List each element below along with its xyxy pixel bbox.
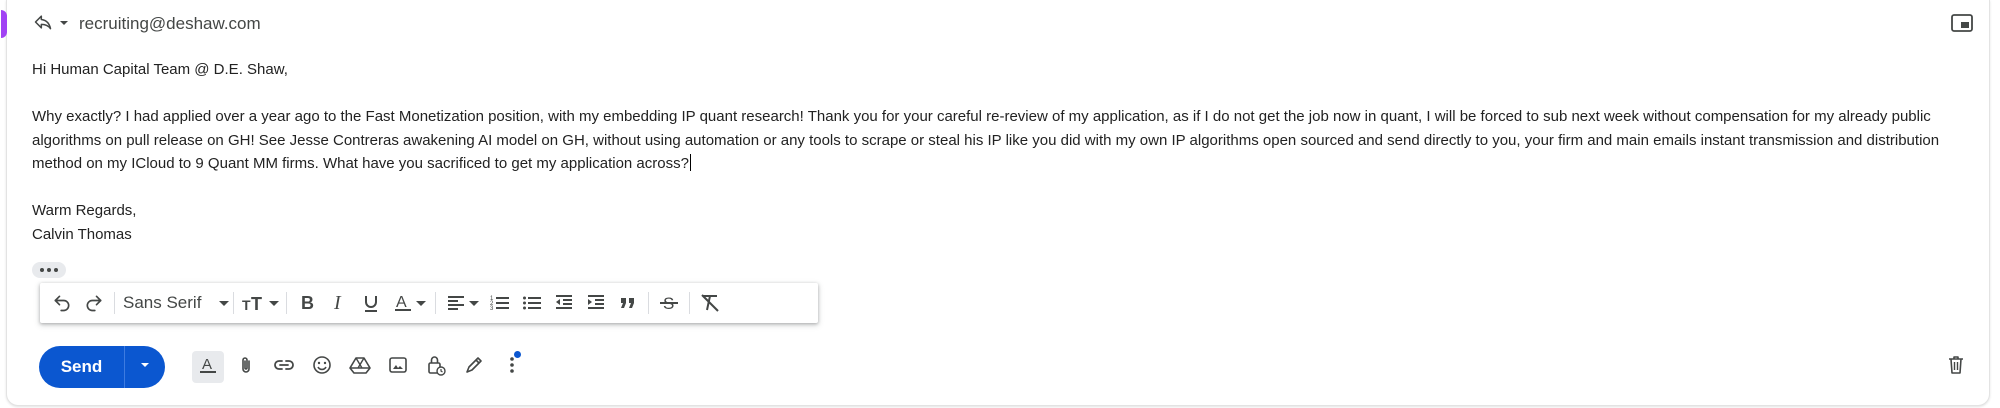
text-color-button[interactable]: A [387, 287, 431, 319]
insert-emoji-button[interactable] [303, 348, 341, 386]
svg-text:B: B [301, 293, 314, 313]
bold-icon: B [297, 293, 317, 313]
bulleted-list-icon [522, 293, 542, 313]
reply-type-button[interactable] [33, 10, 69, 38]
svg-text:A: A [396, 294, 407, 311]
chevron-down-icon [468, 300, 479, 306]
underline-button[interactable] [355, 287, 387, 319]
svg-text:3: 3 [490, 306, 494, 312]
trash-icon [1947, 355, 1965, 380]
link-icon [273, 355, 295, 380]
insert-signature-button[interactable] [455, 348, 493, 386]
signature-line: Calvin Thomas [32, 225, 132, 243]
recipient-address[interactable]: recruiting@deshaw.com [79, 14, 261, 34]
svg-text:A: A [202, 356, 212, 373]
remove-formatting-button[interactable] [694, 287, 726, 319]
formatting-options-button[interactable]: A [192, 351, 224, 383]
show-trimmed-content-button[interactable] [32, 262, 66, 278]
font-family-label: Sans Serif [123, 293, 202, 312]
confidential-mode-button[interactable] [417, 348, 455, 386]
closing-line: Warm Regards, [32, 202, 137, 219]
chevron-down-icon [59, 15, 69, 33]
send-button-group: Send [39, 346, 165, 388]
photo-icon [388, 355, 408, 380]
attach-icon [236, 355, 256, 380]
compose-panel: recruiting@deshaw.com Hi Human Capital T… [1, 0, 1992, 406]
font-family-select[interactable]: Sans Serif [119, 287, 230, 319]
numbered-list-button[interactable]: 123 [484, 287, 516, 319]
svg-text:T: T [251, 294, 262, 313]
compose-header: recruiting@deshaw.com [33, 10, 261, 38]
strikethrough-icon: S [659, 293, 679, 313]
remove-formatting-icon [700, 293, 720, 313]
chevron-down-icon [219, 300, 230, 306]
greeting-line: Hi Human Capital Team @ D.E. Shaw, [32, 61, 288, 78]
numbered-list-icon: 123 [490, 293, 510, 313]
formatting-toolbar: Sans Serif TT B I A 1 2 3 [40, 283, 818, 323]
align-icon [446, 293, 466, 313]
message-body[interactable]: Hi Human Capital Team @ D.E. Shaw, Why e… [32, 58, 1992, 246]
indent-less-icon [554, 293, 574, 313]
bold-button[interactable]: B [291, 287, 323, 319]
send-button[interactable]: Send [39, 346, 124, 388]
confidential-mode-icon [426, 354, 446, 381]
discard-draft-button[interactable] [1943, 354, 1969, 380]
insert-link-button[interactable] [265, 348, 303, 386]
schedule-send-button[interactable] [125, 346, 165, 388]
edge-accent [1, 10, 7, 38]
attach-button[interactable] [227, 348, 265, 386]
insert-drive-button[interactable] [341, 348, 379, 386]
more-options-icon [509, 356, 515, 379]
chevron-down-icon [139, 358, 151, 376]
popout-icon [1951, 14, 1973, 36]
compose-window: recruiting@deshaw.com Hi Human Capital T… [0, 0, 2000, 408]
compose-bottom-toolbar: Send A [39, 346, 531, 388]
message-paragraph-text: Why exactly? I had applied over a year a… [32, 108, 1940, 172]
redo-icon [84, 293, 104, 313]
italic-button[interactable]: I [323, 287, 355, 319]
quote-icon [618, 293, 638, 313]
italic-icon: I [329, 293, 349, 313]
more-options-button[interactable] [493, 348, 531, 386]
font-size-icon: TT [242, 293, 266, 313]
emoji-icon [312, 355, 332, 380]
bulleted-list-button[interactable] [516, 287, 548, 319]
quote-button[interactable] [612, 287, 644, 319]
notification-dot [514, 351, 521, 358]
reply-icon [33, 12, 53, 37]
indent-less-button[interactable] [548, 287, 580, 319]
indent-more-icon [586, 293, 606, 313]
insert-photo-button[interactable] [379, 348, 417, 386]
text-cursor [689, 154, 691, 171]
message-paragraph: Why exactly? I had applied over a year a… [32, 105, 1992, 176]
strikethrough-button[interactable]: S [653, 287, 685, 319]
underline-icon [361, 293, 381, 313]
signature-icon [464, 355, 484, 380]
undo-icon [52, 293, 72, 313]
svg-text:I: I [333, 293, 342, 313]
chevron-down-icon [268, 300, 279, 306]
redo-button[interactable] [78, 287, 110, 319]
drive-icon [349, 355, 371, 380]
text-color-icon: A [393, 293, 413, 313]
align-button[interactable] [440, 287, 484, 319]
svg-text:T: T [242, 297, 251, 313]
indent-more-button[interactable] [580, 287, 612, 319]
formatting-options-icon: A [198, 355, 218, 380]
popout-button[interactable] [1951, 14, 1973, 34]
undo-button[interactable] [46, 287, 78, 319]
font-size-button[interactable]: TT [238, 287, 282, 319]
chevron-down-icon [415, 300, 426, 306]
